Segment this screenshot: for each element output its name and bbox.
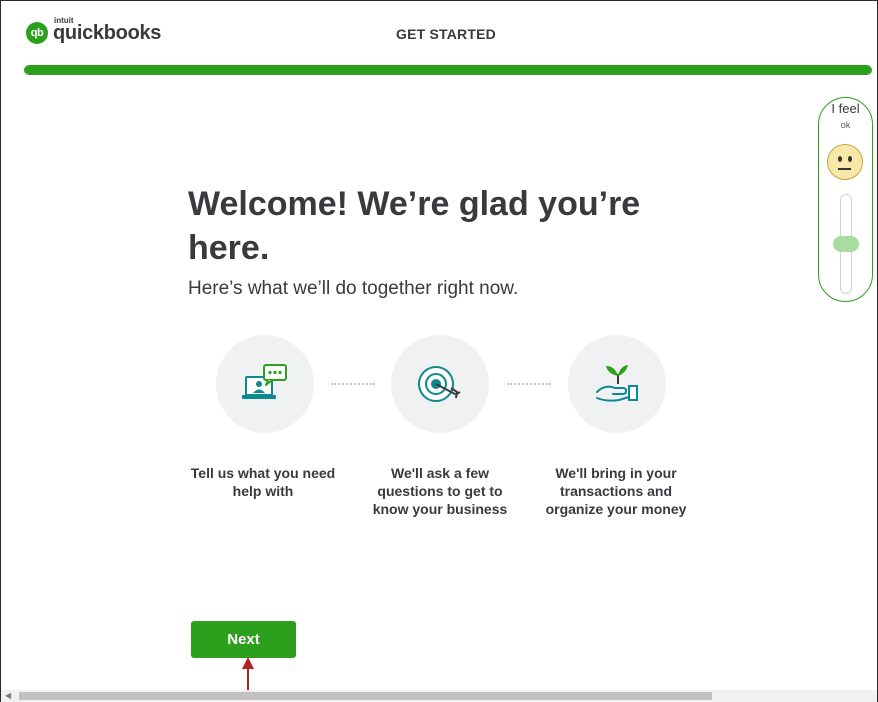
step-connector	[507, 383, 551, 385]
step-1-text: Tell us what you need help with	[190, 465, 336, 499]
progress-bar	[24, 65, 872, 75]
target-icon	[418, 366, 461, 402]
quickbooks-logo[interactable]: qb intuit quickbooks	[26, 15, 162, 48]
step-connector	[331, 383, 375, 385]
plant-hand-icon	[596, 365, 638, 402]
feedback-widget: I feel ok	[818, 97, 873, 302]
next-button[interactable]: Next	[191, 621, 296, 658]
neutral-face-icon	[827, 144, 863, 180]
page-title: GET STARTED	[396, 26, 496, 42]
horizontal-scrollbar[interactable]: ◀	[1, 690, 877, 702]
welcome-heading: Welcome! We’re glad you’re here.	[188, 185, 641, 267]
step-3-text: We'll bring in your transactions and org…	[545, 465, 687, 517]
scroll-left-arrow-icon[interactable]: ◀	[5, 691, 11, 700]
welcome-subtitle: Here’s what we’ll do together right now.	[188, 278, 519, 299]
step-3-circle	[568, 335, 666, 433]
step-2-text: We'll ask a few questions to get to know…	[372, 465, 508, 517]
feel-mood: ok	[840, 120, 851, 130]
logo-intuit-text: intuit	[54, 15, 74, 25]
qb-badge-icon: qb	[26, 22, 48, 44]
progress-fill	[25, 66, 871, 74]
feel-title: I feel	[831, 101, 860, 116]
step-1-circle	[216, 335, 314, 433]
mood-slider-thumb[interactable]	[833, 236, 859, 252]
logo-wordmark: quickbooks	[53, 21, 162, 44]
horizontal-scrollbar-thumb[interactable]	[19, 692, 712, 700]
chat-laptop-icon	[242, 364, 287, 399]
step-2-circle	[391, 335, 489, 433]
